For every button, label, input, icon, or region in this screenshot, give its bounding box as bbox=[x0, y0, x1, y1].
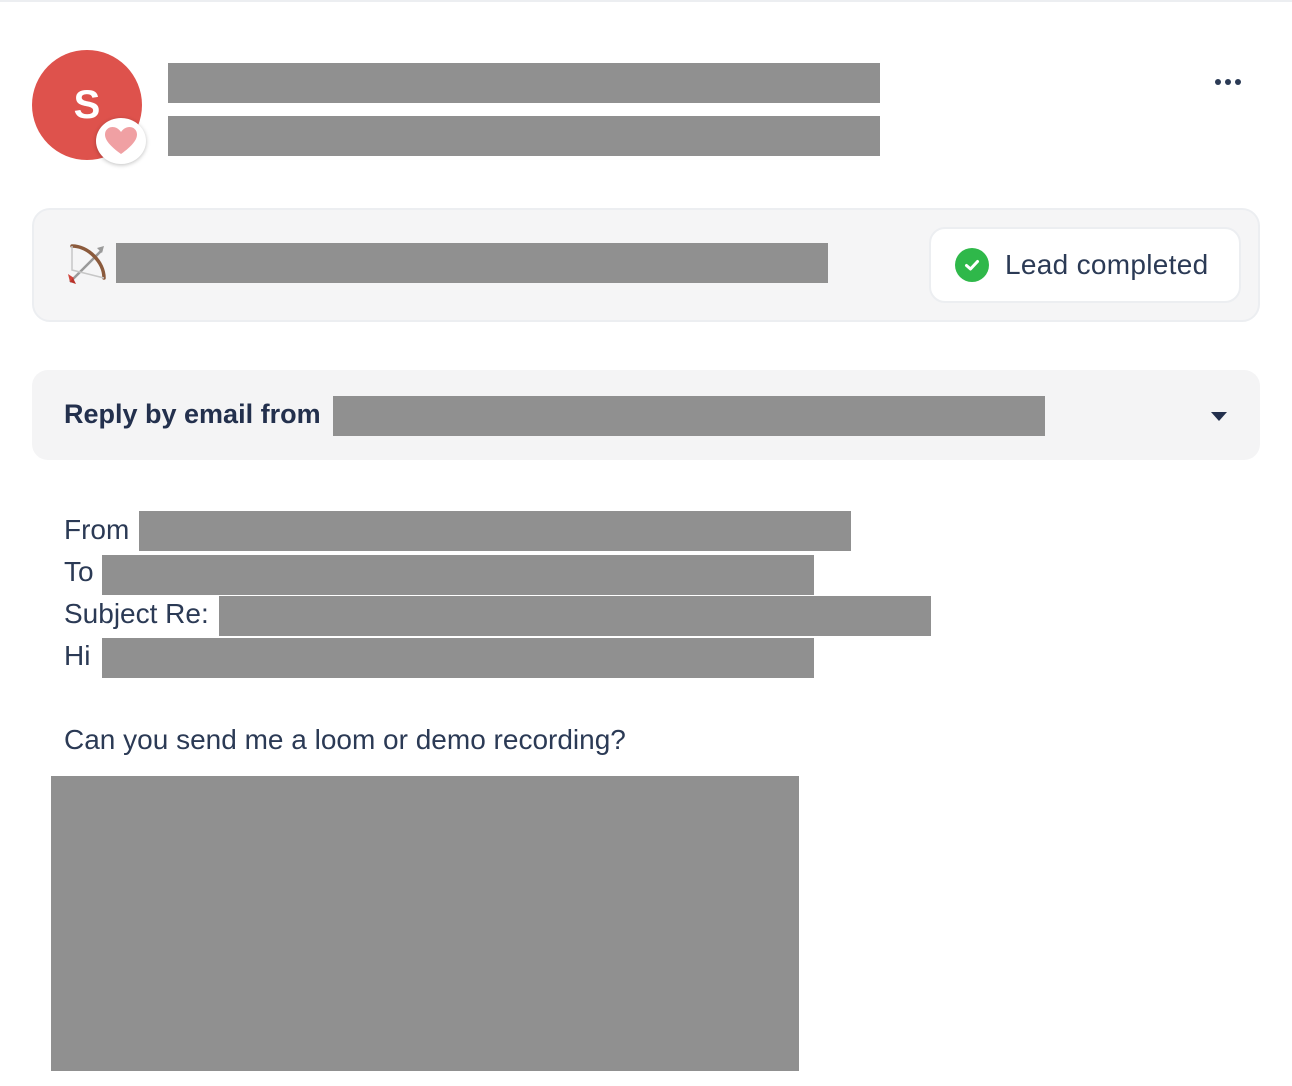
more-horizontal-icon bbox=[1215, 79, 1221, 85]
redacted-contact-name bbox=[168, 63, 880, 103]
lead-status-label: Lead completed bbox=[1005, 249, 1209, 280]
email-greeting: Hi bbox=[64, 640, 91, 671]
reply-by-email-label: Reply by email from bbox=[64, 399, 321, 429]
heart-icon bbox=[96, 118, 146, 164]
email-from-label: From bbox=[64, 514, 130, 545]
lead-status-badge: Lead completed bbox=[929, 227, 1241, 303]
redacted-lead-title bbox=[116, 243, 828, 283]
check-circle-icon bbox=[955, 248, 989, 282]
redacted-email-content bbox=[51, 776, 799, 1071]
more-dot bbox=[1225, 79, 1231, 85]
more-dot bbox=[1235, 79, 1241, 85]
redacted-reply-sender bbox=[333, 396, 1045, 436]
redacted-from-address bbox=[139, 511, 851, 551]
bow-and-arrow-icon bbox=[64, 242, 108, 286]
redacted-contact-detail bbox=[168, 116, 880, 156]
chevron-down-icon[interactable] bbox=[1210, 409, 1228, 421]
redacted-recipient-name bbox=[102, 638, 814, 678]
email-subject-label: Subject Re: bbox=[64, 598, 209, 629]
email-body-text: Can you send me a loom or demo recording… bbox=[64, 724, 626, 755]
email-to-label: To bbox=[64, 556, 94, 587]
redacted-to-address bbox=[102, 555, 814, 595]
avatar-initial: S bbox=[73, 82, 101, 127]
top-divider bbox=[0, 0, 1292, 2]
redacted-subject bbox=[219, 596, 931, 636]
more-options-button[interactable] bbox=[1204, 66, 1252, 98]
